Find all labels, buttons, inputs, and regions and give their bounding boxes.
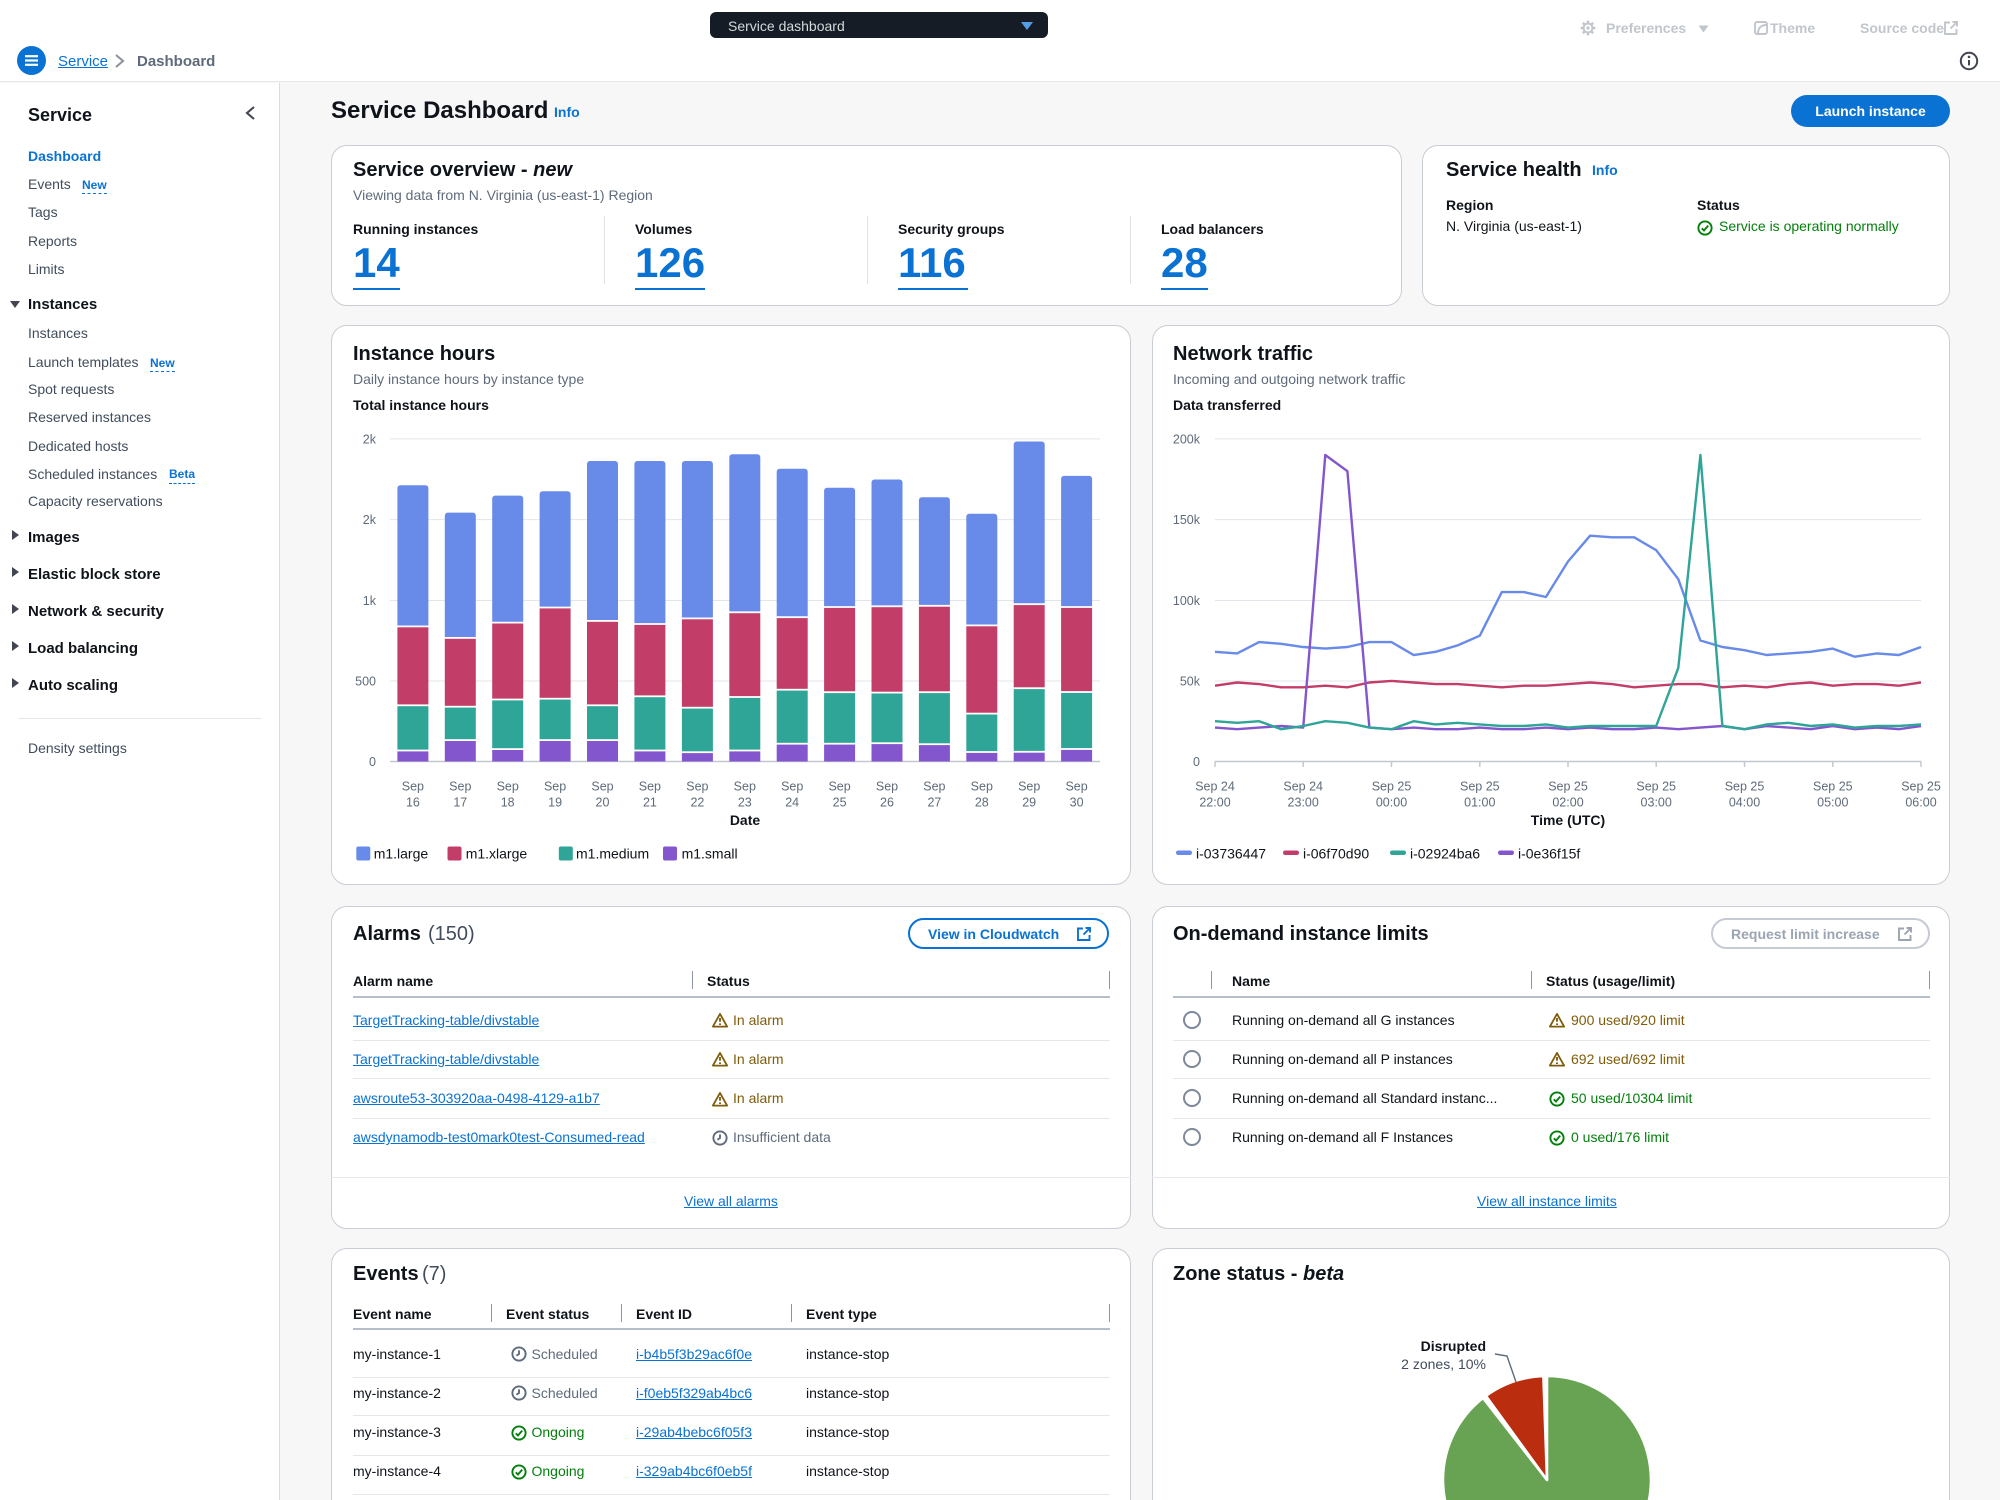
svg-text:Sep 25: Sep 25	[1636, 779, 1676, 793]
svg-text:Sep: Sep	[686, 779, 708, 793]
svg-text:26: 26	[880, 796, 894, 810]
svg-text:24: 24	[785, 796, 799, 810]
svg-text:17: 17	[453, 796, 467, 810]
svg-text:19: 19	[548, 796, 562, 810]
svg-text:i-0e36f15f: i-0e36f15f	[1518, 846, 1580, 862]
svg-text:Sep: Sep	[402, 779, 424, 793]
svg-text:05:00: 05:00	[1817, 796, 1848, 810]
svg-text:Sep: Sep	[828, 779, 850, 793]
svg-text:Date: Date	[730, 812, 761, 828]
svg-text:0: 0	[369, 755, 376, 769]
svg-text:02:00: 02:00	[1552, 796, 1583, 810]
svg-text:i-03736447: i-03736447	[1196, 846, 1266, 862]
svg-text:Sep: Sep	[923, 779, 945, 793]
svg-text:03:00: 03:00	[1641, 796, 1672, 810]
svg-text:23:00: 23:00	[1288, 796, 1319, 810]
svg-text:50k: 50k	[1180, 675, 1201, 689]
svg-text:0: 0	[1193, 755, 1200, 769]
svg-text:Sep: Sep	[1065, 779, 1087, 793]
svg-text:Sep: Sep	[734, 779, 756, 793]
svg-text:Sep 25: Sep 25	[1725, 779, 1765, 793]
svg-text:Sep: Sep	[971, 779, 993, 793]
svg-text:22: 22	[690, 796, 704, 810]
svg-text:18: 18	[501, 796, 515, 810]
svg-text:Sep 25: Sep 25	[1548, 779, 1588, 793]
svg-text:i-02924ba6: i-02924ba6	[1410, 846, 1480, 862]
svg-text:30: 30	[1070, 796, 1084, 810]
svg-text:16: 16	[406, 796, 420, 810]
svg-text:i-06f70d90: i-06f70d90	[1303, 846, 1369, 862]
svg-text:21: 21	[643, 796, 657, 810]
svg-text:Sep: Sep	[876, 779, 898, 793]
svg-text:m1.large: m1.large	[374, 846, 429, 862]
svg-text:29: 29	[1022, 796, 1036, 810]
svg-text:25: 25	[833, 796, 847, 810]
svg-text:Sep: Sep	[449, 779, 471, 793]
svg-text:Sep 24: Sep 24	[1195, 779, 1235, 793]
svg-text:23: 23	[738, 796, 752, 810]
svg-text:28: 28	[975, 796, 989, 810]
svg-text:Sep 25: Sep 25	[1813, 779, 1853, 793]
svg-text:01:00: 01:00	[1464, 796, 1495, 810]
svg-text:200k: 200k	[1173, 432, 1201, 446]
svg-text:Sep 25: Sep 25	[1460, 779, 1500, 793]
svg-text:m1.medium: m1.medium	[576, 846, 649, 862]
svg-text:500: 500	[355, 675, 376, 689]
svg-text:m1.small: m1.small	[682, 846, 738, 862]
svg-text:Sep: Sep	[1018, 779, 1040, 793]
svg-text:Sep: Sep	[591, 779, 613, 793]
svg-text:Sep: Sep	[497, 779, 519, 793]
svg-text:Sep 25: Sep 25	[1372, 779, 1412, 793]
svg-text:2k: 2k	[363, 513, 377, 527]
svg-text:m1.xlarge: m1.xlarge	[466, 846, 528, 862]
svg-text:22:00: 22:00	[1199, 796, 1230, 810]
svg-text:100k: 100k	[1173, 594, 1201, 608]
svg-text:00:00: 00:00	[1376, 796, 1407, 810]
svg-text:Sep 25: Sep 25	[1901, 779, 1941, 793]
svg-text:06:00: 06:00	[1905, 796, 1936, 810]
svg-text:Time (UTC): Time (UTC)	[1531, 812, 1605, 828]
svg-text:Sep 24: Sep 24	[1283, 779, 1323, 793]
svg-text:1k: 1k	[363, 594, 377, 608]
svg-text:20: 20	[596, 796, 610, 810]
svg-text:Sep: Sep	[544, 779, 566, 793]
svg-text:Sep: Sep	[639, 779, 661, 793]
svg-text:150k: 150k	[1173, 513, 1201, 527]
svg-text:2k: 2k	[363, 432, 377, 446]
svg-text:27: 27	[927, 796, 941, 810]
svg-text:04:00: 04:00	[1729, 796, 1760, 810]
svg-text:Sep: Sep	[781, 779, 803, 793]
